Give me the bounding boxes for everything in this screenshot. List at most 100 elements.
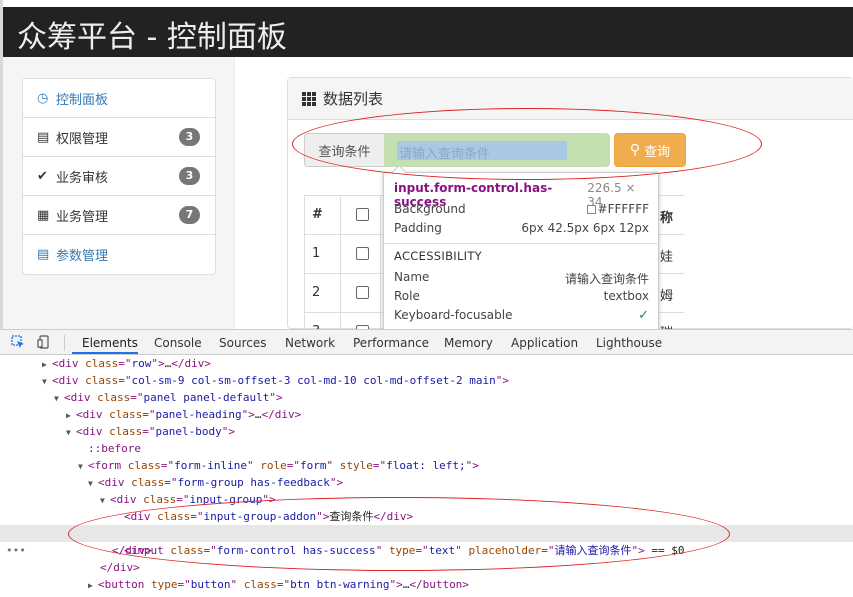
- tab-application[interactable]: Application: [511, 336, 578, 350]
- cell-tail: 娃: [660, 250, 674, 265]
- sidebar-item-permissions[interactable]: ▤ 权限管理 3: [23, 118, 215, 157]
- dom-node[interactable]: </div>: [100, 559, 140, 576]
- dom-placeholder-text: 请输入查询条件: [554, 544, 632, 557]
- color-swatch-icon: [586, 205, 596, 214]
- cell-tail: 瑞: [660, 322, 673, 329]
- tab-performance[interactable]: Performance: [353, 336, 429, 350]
- more-options-icon[interactable]: •••: [6, 542, 26, 559]
- count-badge: 3: [179, 167, 200, 185]
- tooltip-role-value: textbox: [603, 289, 649, 303]
- tooltip-name-value: 请输入查询条件: [564, 272, 649, 286]
- dom-node[interactable]: ▼ <div class="panel panel-default">: [54, 389, 283, 406]
- table-border: [340, 195, 341, 329]
- dom-node[interactable]: ▼ <form class="form-inline" role="form" s…: [78, 457, 479, 474]
- sidebar-item-parameters[interactable]: ▤ 参数管理: [23, 235, 215, 274]
- dom-node[interactable]: ▶ <div class="row">…</div>: [42, 355, 211, 372]
- collapse-arrow-icon[interactable]: ▼: [88, 475, 98, 492]
- tooltip-role-label: Role: [394, 289, 420, 303]
- row-num: 2: [312, 285, 321, 300]
- devtools-toolbar: Elements Console Sources Network Perform…: [0, 329, 853, 355]
- dom-node-selected[interactable]: ••• <input class="form-control has-succes…: [0, 525, 853, 557]
- device-toolbar-icon[interactable]: [37, 335, 51, 349]
- page-root: 众筹平台 - 控制面板 ◷ 控制面板 ▤ 权限管理 3 ✔ 业务审核 3 ▦ 业…: [0, 0, 853, 597]
- tooltip-padding-label: Padding: [394, 221, 442, 235]
- tooltip-name-row: Name 请输入查询条件: [394, 270, 649, 287]
- tooltip-name-label: Name: [394, 270, 430, 284]
- sidebar-menu: ◷ 控制面板 ▤ 权限管理 3 ✔ 业务审核 3 ▦ 业务管理 7 ▤ 参数管理: [22, 78, 216, 275]
- tooltip-padding-row: Padding 6px 42.5px 6px 12px: [394, 221, 649, 235]
- dom-node[interactable]: ▼ <div class="col-sm-9 col-sm-offset-3 co…: [42, 372, 509, 389]
- tooltip-section-heading: ACCESSIBILITY: [394, 249, 483, 263]
- tooltip-background-label: Background: [394, 202, 466, 216]
- collapse-arrow-icon[interactable]: ▼: [100, 492, 110, 509]
- dom-node[interactable]: ▼ <div class="panel-body">: [66, 423, 235, 440]
- collapse-arrow-icon[interactable]: ▼: [66, 424, 76, 441]
- tasks-icon: ▤: [37, 129, 50, 145]
- table-border: [304, 195, 305, 329]
- sidebar-item-business[interactable]: ▦ 业务管理 7: [23, 196, 215, 235]
- tooltip-focus-row: Keyboard-focusable ✓: [394, 308, 649, 323]
- collapse-arrow-icon[interactable]: ▼: [42, 373, 52, 390]
- panel-heading: 数据列表: [288, 78, 853, 120]
- table-border: [380, 195, 381, 329]
- sidebar-item-label: 业务管理: [56, 209, 109, 225]
- search-input[interactable]: 请输入查询条件: [384, 133, 610, 167]
- row-num: 1: [312, 246, 321, 261]
- sidebar-item-label: 控制面板: [56, 92, 109, 108]
- dom-node[interactable]: ::before: [88, 440, 141, 457]
- list-icon: ▤: [37, 247, 50, 262]
- tab-network[interactable]: Network: [285, 336, 335, 350]
- tab-elements[interactable]: Elements: [82, 336, 138, 350]
- count-badge: 7: [179, 206, 200, 224]
- dom-node[interactable]: ▶ <div class="panel-heading">…</div>: [66, 406, 301, 423]
- check-circle-icon: ✓: [638, 308, 649, 323]
- collapse-arrow-icon[interactable]: ▼: [54, 390, 64, 407]
- active-tab-indicator: [72, 352, 138, 354]
- top-navbar: 众筹平台 - 控制面板: [3, 7, 853, 57]
- grid-icon: ▦: [37, 207, 50, 223]
- tooltip-focus-label: Keyboard-focusable: [394, 308, 513, 322]
- inspect-tooltip: input.form-control.has-success 226.5 × 3…: [383, 164, 659, 332]
- header-num: #: [312, 207, 323, 222]
- dom-node[interactable]: ▼ <div class="input-group">: [100, 491, 276, 508]
- inspect-element-icon[interactable]: [11, 335, 25, 349]
- expand-arrow-icon[interactable]: ▶: [88, 577, 98, 594]
- expand-arrow-icon[interactable]: ▶: [42, 356, 52, 373]
- search-placeholder: 请输入查询条件: [399, 147, 491, 162]
- tab-console[interactable]: Console: [154, 336, 202, 350]
- tab-lighthouse[interactable]: Lighthouse: [596, 336, 662, 350]
- expand-arrow-icon[interactable]: ▶: [66, 407, 76, 424]
- dashboard-icon: ◷: [37, 90, 49, 106]
- toolbar-divider: [64, 335, 65, 351]
- sidebar-item-label: 参数管理: [56, 249, 109, 264]
- tab-memory[interactable]: Memory: [444, 336, 493, 350]
- dom-node[interactable]: ▶ <button type="button" class="btn btn-wa…: [88, 576, 469, 593]
- tooltip-background-value: #FFFFFF: [597, 202, 649, 216]
- app-title[interactable]: 众筹平台 - 控制面板: [17, 12, 287, 56]
- search-input-group: 查询条件 请输入查询条件: [304, 133, 610, 167]
- check-icon: ✔: [37, 168, 48, 184]
- cell-tail: 姆: [660, 289, 674, 304]
- collapse-arrow-icon[interactable]: ▼: [78, 458, 88, 475]
- tooltip-background-row: Background #FFFFFF: [394, 202, 649, 216]
- sidebar-item-review[interactable]: ✔ 业务审核 3: [23, 157, 215, 196]
- sidebar-item-label: 权限管理: [56, 131, 109, 147]
- count-badge: 3: [179, 128, 200, 146]
- search-icon: ⚲: [629, 142, 641, 158]
- tooltip-divider: [384, 243, 658, 244]
- tab-sources[interactable]: Sources: [219, 336, 266, 350]
- tooltip-role-row: Role textbox: [394, 289, 649, 303]
- dom-node[interactable]: </div>: [112, 542, 152, 559]
- search-button-label: 查询: [644, 144, 671, 160]
- search-addon-label: 查询条件: [304, 133, 384, 167]
- dom-node[interactable]: <div class="input-group-addon">查询条件</div…: [124, 508, 413, 525]
- sidebar-item-dashboard[interactable]: ◷ 控制面板: [23, 79, 215, 118]
- th-icon: [302, 91, 316, 106]
- sidebar-item-label: 业务审核: [56, 170, 109, 186]
- row-checkbox[interactable]: [356, 247, 369, 260]
- search-button[interactable]: ⚲ 查询: [614, 133, 686, 167]
- row-checkbox[interactable]: [356, 286, 369, 299]
- select-all-checkbox[interactable]: [356, 208, 369, 221]
- elements-dom-tree: ▶ <div class="row">…</div> ▼ <div class="c…: [0, 355, 853, 597]
- dom-node[interactable]: ▼ <div class="form-group has-feedback">: [88, 474, 343, 491]
